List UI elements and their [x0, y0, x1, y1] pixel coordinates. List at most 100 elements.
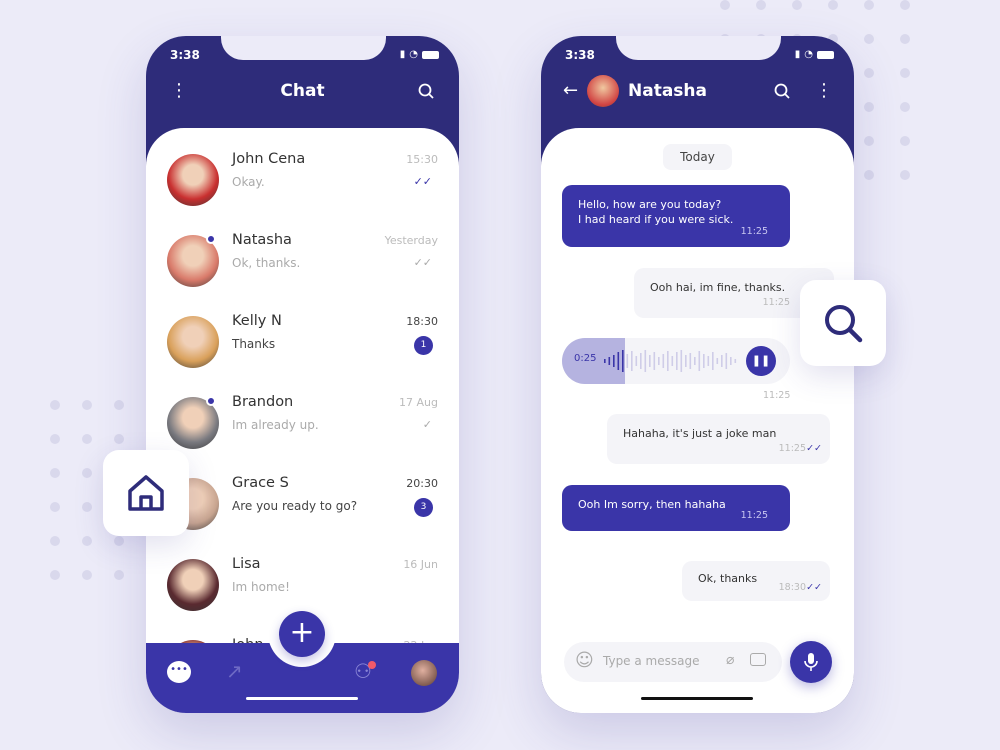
wifi-icon: ◔	[804, 49, 813, 60]
message-time: 11:25	[740, 226, 768, 237]
contact-name: Natasha	[628, 81, 707, 101]
waveform-bar	[730, 357, 732, 365]
waveform-bar	[703, 354, 705, 368]
waveform-bar	[671, 356, 674, 366]
battery-icon	[422, 50, 439, 59]
trending-icon[interactable]: ↗	[226, 659, 243, 683]
conversation-phone: 3:38 ▮ ◔ ← Natasha ⋮ Today Hello, how are…	[541, 36, 854, 713]
chat-list-item[interactable]: Grace S Are you ready to go? 20:30 3	[146, 475, 459, 560]
message-time: 20:30	[406, 477, 438, 490]
status-icons: ▮ ◔	[795, 49, 834, 60]
waveform-bar	[640, 353, 642, 369]
waveform-bar	[617, 352, 620, 370]
decor-dot	[50, 468, 60, 478]
chat-icon[interactable]: •••	[167, 661, 191, 683]
message-input[interactable]: ☺ Type a message ⌀	[564, 642, 782, 682]
camera-icon[interactable]	[750, 653, 766, 666]
last-message: Ok, thanks.	[232, 256, 301, 270]
search-card	[800, 280, 886, 366]
battery-icon	[817, 50, 834, 59]
contact-avatar[interactable]	[587, 75, 619, 107]
decor-dot	[900, 136, 910, 146]
home-icon	[128, 475, 164, 511]
home-indicator	[641, 697, 753, 700]
signal-icon: ▮	[399, 49, 406, 60]
voice-message[interactable]: 0:25 ❚❚	[562, 338, 790, 384]
last-message: Thanks	[232, 337, 276, 351]
read-receipt-icon: ✓✓	[806, 443, 822, 454]
contact-name: Brandon	[232, 394, 294, 410]
decor-dot	[900, 34, 910, 44]
waveform	[604, 350, 737, 372]
decor-dot	[864, 0, 874, 10]
delivered-receipt-icon: ✓✓	[413, 256, 432, 269]
decor-dot	[900, 0, 910, 10]
waveform-bar	[644, 350, 647, 372]
notch	[221, 36, 386, 60]
avatar	[167, 559, 219, 611]
back-arrow-icon[interactable]: ←	[563, 80, 578, 101]
waveform-bar	[707, 356, 710, 366]
status-time: 3:38	[170, 48, 200, 62]
decor-dot	[900, 170, 910, 180]
decor-dot	[864, 170, 874, 180]
search-icon[interactable]	[774, 83, 790, 99]
waveform-bar	[667, 351, 669, 371]
contact-name: Natasha	[232, 232, 292, 248]
last-message: Im already up.	[232, 418, 319, 432]
last-message: Are you ready to go?	[232, 499, 358, 513]
contacts-icon[interactable]: ⚇	[354, 659, 376, 683]
attach-icon[interactable]: ⌀	[726, 652, 734, 668]
decor-dot	[114, 536, 124, 546]
voice-duration: 0:25	[574, 353, 597, 364]
more-menu-icon[interactable]: ⋮	[815, 80, 833, 101]
profile-avatar[interactable]	[411, 660, 437, 686]
search-icon[interactable]	[418, 83, 434, 99]
chat-list-item[interactable]: John Cena Okay. 15:30 ✓✓	[146, 151, 459, 236]
waveform-bar	[734, 359, 737, 363]
chat-list-item[interactable]: Brandon Im already up. 17 Aug ✓	[146, 394, 459, 479]
chat-list-phone: 3:38 ▮ ◔ ⋮ Chat John Cena Okay. 15:30 ✓✓ Nata…	[146, 36, 459, 713]
avatar	[167, 316, 219, 368]
message-outgoing: Hahaha, it's just a joke man 11:25 ✓✓	[607, 414, 830, 464]
status-icons: ▮ ◔	[400, 49, 439, 60]
message-text: Ooh hai, im fine, thanks.	[650, 281, 786, 294]
chat-list-item[interactable]: Natasha Ok, thanks. Yesterday ✓✓	[146, 232, 459, 317]
waveform-bar	[653, 352, 656, 370]
pause-button[interactable]: ❚❚	[746, 346, 776, 376]
home-indicator	[246, 697, 358, 700]
message-time: 11:25	[762, 297, 790, 308]
message-time: 16 Jun	[403, 558, 438, 571]
chat-list-item[interactable]: Kelly N Thanks 18:30 1	[146, 313, 459, 398]
decor-dot	[756, 0, 766, 10]
decor-dot	[82, 536, 92, 546]
new-chat-button[interactable]: +	[279, 611, 325, 657]
decor-dot	[82, 434, 92, 444]
decor-dot	[82, 502, 92, 512]
waveform-bar	[685, 355, 687, 367]
waveform-bar	[608, 357, 611, 365]
unread-badge: 3	[414, 498, 433, 517]
decor-dot	[114, 434, 124, 444]
signal-icon: ▮	[794, 49, 801, 60]
notch	[616, 36, 781, 60]
online-indicator	[206, 234, 216, 244]
contact-name: Kelly N	[232, 313, 282, 329]
waveform-bar	[721, 355, 723, 367]
decor-dot	[50, 400, 60, 410]
decor-dot	[114, 400, 124, 410]
voice-record-button[interactable]	[790, 641, 832, 683]
waveform-bar	[680, 350, 683, 372]
decor-dot	[50, 434, 60, 444]
waveform-bar	[626, 354, 629, 368]
waveform-bar	[649, 355, 651, 367]
message-thread: Today Hello, how are you today? I had he…	[541, 128, 854, 713]
message-text: Hahaha, it's just a joke man	[623, 427, 777, 440]
input-placeholder: Type a message	[603, 654, 700, 668]
decor-dot	[82, 468, 92, 478]
last-message: Okay.	[232, 175, 265, 189]
sent-receipt-icon: ✓	[422, 418, 432, 431]
emoji-icon[interactable]: ☺	[575, 650, 594, 671]
page-title: Chat	[280, 81, 325, 101]
wifi-icon: ◔	[409, 49, 418, 60]
